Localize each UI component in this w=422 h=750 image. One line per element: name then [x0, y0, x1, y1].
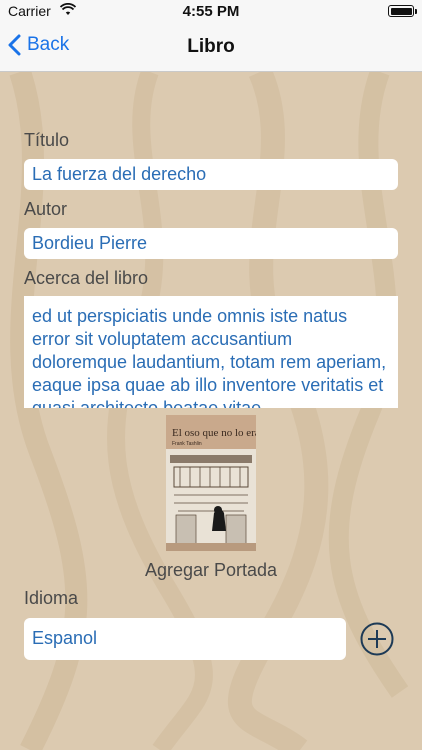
add-cover-button[interactable]: Agregar Portada	[0, 560, 422, 581]
language-label: Idioma	[24, 588, 79, 608]
battery-icon	[388, 5, 417, 17]
book-form: Título La fuerza del derecho Autor Bordi…	[0, 72, 422, 750]
book-cover-image[interactable]: El oso que no lo era Frank Tashlin	[166, 415, 256, 551]
plus-circle-icon	[360, 622, 394, 656]
status-bar: Carrier 4:55 PM	[0, 0, 422, 22]
add-language-button[interactable]	[360, 622, 394, 656]
about-textarea[interactable]: ed ut perspiciatis unde omnis iste natus…	[24, 296, 398, 408]
title-field[interactable]: La fuerza del derecho	[24, 159, 398, 190]
page-title: Libro	[187, 36, 235, 57]
author-field[interactable]: Bordieu Pierre	[24, 228, 398, 259]
about-label: Acerca del libro	[24, 268, 149, 288]
cover-illustration	[166, 449, 256, 551]
language-field[interactable]: Espanol	[24, 618, 346, 660]
author-label: Autor	[24, 199, 68, 219]
clock: 4:55 PM	[182, 3, 240, 20]
navigation-bar: Back Libro	[0, 22, 422, 72]
title-label: Título	[24, 130, 70, 150]
